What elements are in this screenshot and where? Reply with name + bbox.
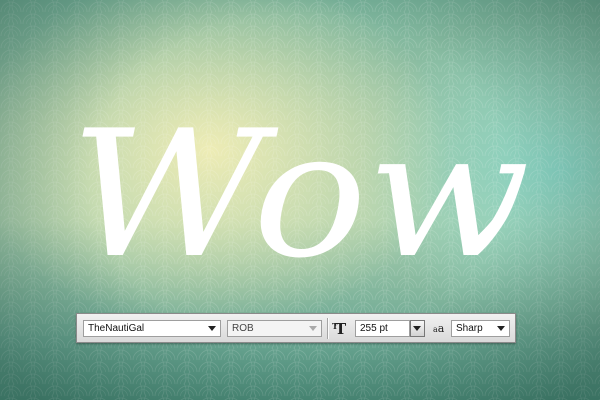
font-family-value: TheNautiGal xyxy=(88,323,145,334)
wow-text: Wow xyxy=(70,94,530,297)
font-size-value: 255 pt xyxy=(360,323,388,334)
chevron-down-icon xyxy=(497,326,505,331)
anti-alias-dropdown[interactable]: Sharp xyxy=(451,320,510,337)
font-size-dropdown-button[interactable] xyxy=(410,320,425,337)
wow-script-text: Wow xyxy=(70,94,530,297)
chevron-down-icon xyxy=(413,326,421,331)
chevron-down-icon xyxy=(309,326,317,331)
chevron-down-icon xyxy=(208,326,216,331)
canvas: Wow TheNautiGal ROB TT 255 pt aa Sharp xyxy=(0,0,600,400)
text-size-icon: TT xyxy=(332,320,347,338)
character-toolbar: TheNautiGal ROB TT 255 pt aa Sharp xyxy=(76,313,516,343)
font-style-dropdown[interactable]: ROB xyxy=(227,320,322,337)
font-family-dropdown[interactable]: TheNautiGal xyxy=(83,320,221,337)
toolbar-divider xyxy=(327,318,329,339)
font-size-input[interactable]: 255 pt xyxy=(355,320,410,337)
anti-alias-value: Sharp xyxy=(456,323,483,334)
font-style-value: ROB xyxy=(232,323,254,334)
anti-alias-icon: aa xyxy=(433,322,445,335)
